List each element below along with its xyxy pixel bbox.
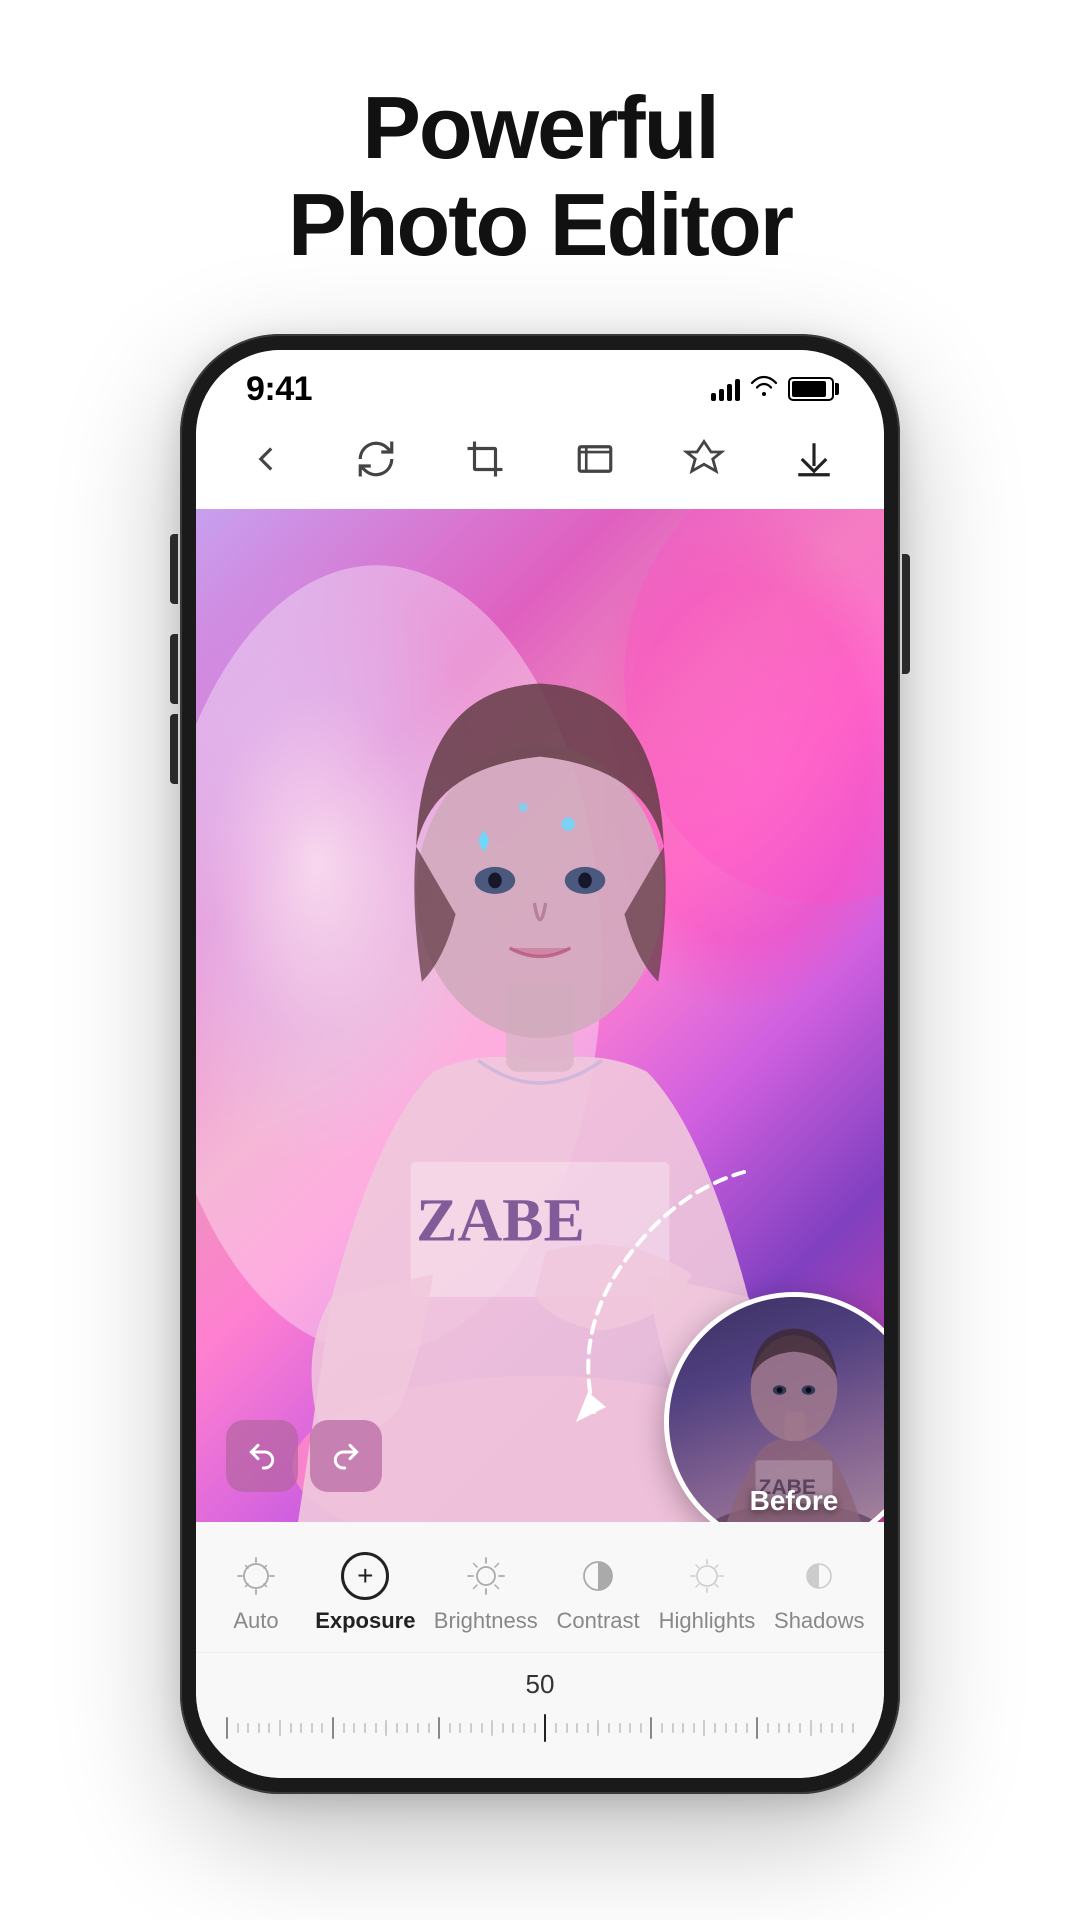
page-title: Powerful Photo Editor [288, 80, 792, 274]
before-label: Before [669, 1485, 884, 1517]
tool-brightness-label: Brightness [434, 1608, 538, 1634]
status-bar: 9:41 [196, 350, 884, 419]
tool-shadows[interactable]: Shadows [765, 1542, 874, 1642]
signal-icon [711, 377, 740, 401]
transform-button[interactable] [565, 429, 625, 489]
top-toolbar [196, 419, 884, 509]
effects-button[interactable] [674, 429, 734, 489]
wifi-icon [750, 374, 778, 405]
tool-contrast[interactable]: Contrast [547, 1542, 650, 1642]
crop-button[interactable] [455, 429, 515, 489]
tool-highlights[interactable]: Highlights [649, 1542, 764, 1642]
slider-area: 50 [196, 1653, 884, 1758]
undo-button[interactable] [226, 1420, 298, 1492]
tool-shadows-label: Shadows [774, 1608, 865, 1634]
before-image: ZABE Before [669, 1297, 884, 1522]
photo-area: ZABE [196, 509, 884, 1522]
back-button[interactable] [236, 429, 296, 489]
auto-icon [230, 1550, 282, 1602]
exposure-icon [339, 1550, 391, 1602]
phone-screen: 9:41 [196, 350, 884, 1778]
brightness-icon [460, 1550, 512, 1602]
highlights-icon [681, 1550, 733, 1602]
tool-exposure[interactable]: Exposure [306, 1542, 425, 1642]
status-time: 9:41 [246, 370, 312, 409]
tool-exposure-label: Exposure [315, 1608, 415, 1634]
bottom-panel: Auto Exposure [196, 1522, 884, 1778]
photo-background: ZABE [196, 509, 884, 1522]
tool-brightness[interactable]: Brightness [425, 1542, 547, 1642]
shadows-icon [793, 1550, 845, 1602]
contrast-icon [572, 1550, 624, 1602]
rotate-button[interactable] [346, 429, 406, 489]
status-icons [711, 374, 834, 405]
tool-highlights-label: Highlights [659, 1608, 756, 1634]
slider-value: 50 [226, 1669, 854, 1700]
undo-redo-group [226, 1420, 382, 1492]
tool-auto-label: Auto [233, 1608, 278, 1634]
redo-button[interactable] [310, 1420, 382, 1492]
tool-contrast-label: Contrast [557, 1608, 640, 1634]
tool-auto[interactable]: Auto [206, 1542, 306, 1642]
download-button[interactable] [784, 429, 844, 489]
before-comparison-circle[interactable]: ZABE Before [664, 1292, 884, 1522]
phone-frame: 9:41 [180, 334, 900, 1794]
tools-row: Auto Exposure [196, 1522, 884, 1653]
battery-icon [788, 377, 834, 401]
slider-track[interactable] [226, 1708, 854, 1748]
